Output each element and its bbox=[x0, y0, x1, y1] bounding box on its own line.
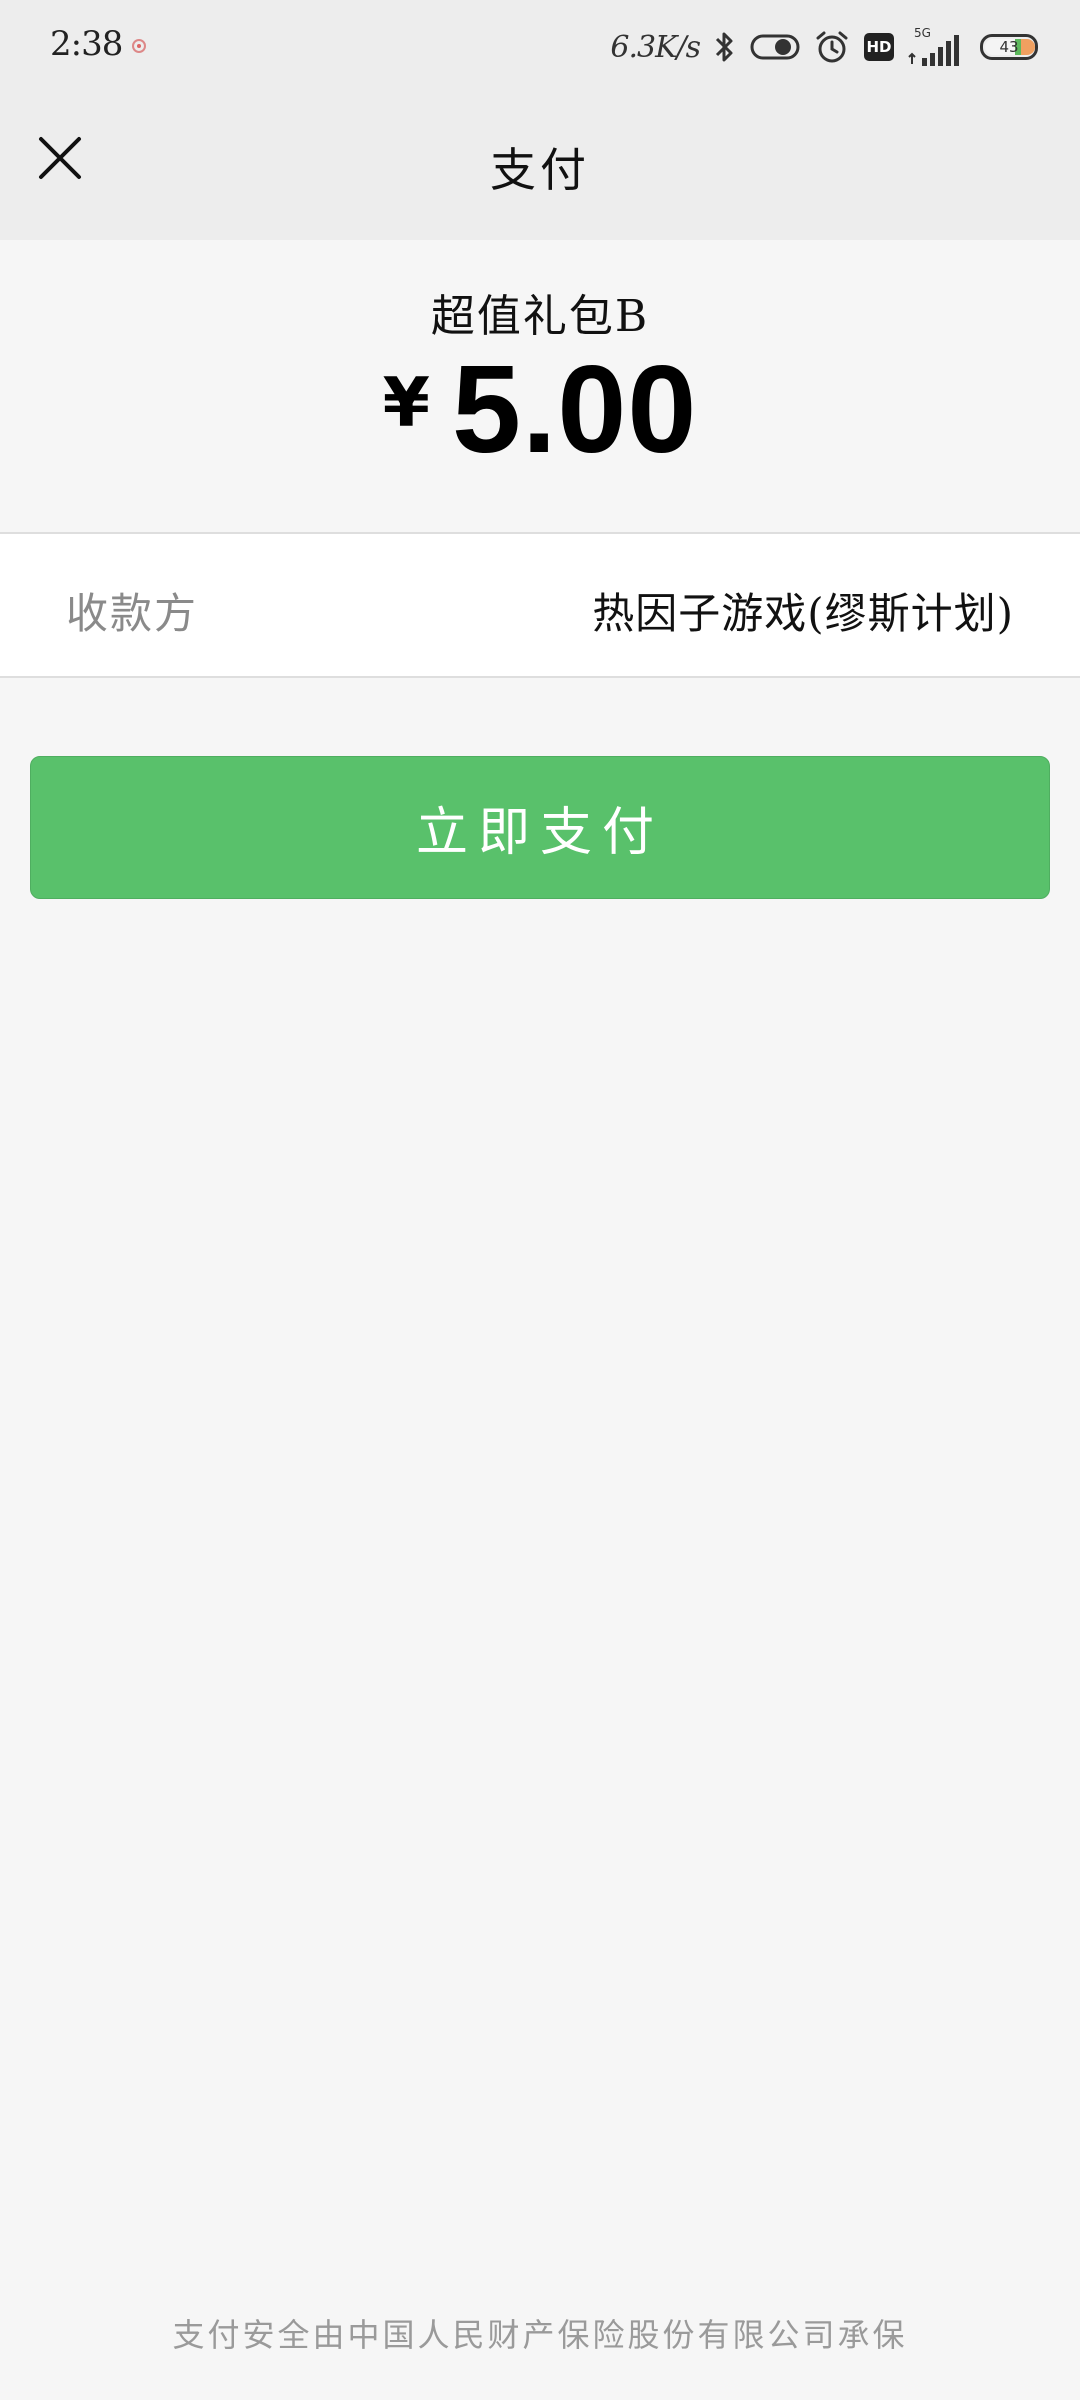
product-name: 超值礼包B bbox=[430, 291, 650, 342]
page-title: 支付 bbox=[490, 143, 590, 197]
amount: 5.00 bbox=[451, 341, 698, 479]
battery-level: 43 bbox=[999, 38, 1019, 56]
insurance-note: 支付安全由中国人民财产保险股份有限公司承保 bbox=[172, 2316, 908, 2354]
pay-now-button[interactable]: 立即支付 bbox=[30, 756, 1050, 899]
network-speed: 6.3K/s bbox=[610, 29, 701, 65]
alarm-icon bbox=[816, 31, 848, 63]
status-time: 2:38 bbox=[50, 24, 123, 64]
bluetooth-icon bbox=[715, 32, 733, 62]
recording-dot-icon bbox=[132, 39, 146, 53]
battery-icon: 43 bbox=[980, 34, 1038, 60]
title-bar: 支付 bbox=[0, 94, 1080, 240]
price: ¥ 5.00 bbox=[0, 348, 1080, 472]
payee-value: 热因子游戏(缪斯计划) bbox=[592, 589, 1014, 638]
payee-label: 收款方 bbox=[66, 589, 199, 638]
status-icons: 6.3K/s HD 5G 43 bbox=[610, 22, 1038, 72]
toggle-icon bbox=[750, 34, 800, 60]
pay-now-label: 立即支付 bbox=[415, 803, 664, 863]
currency-symbol: ¥ bbox=[382, 364, 430, 443]
status-bar: 2:38 6.3K/s HD 5G 43 bbox=[0, 0, 1080, 94]
hd-icon: HD bbox=[864, 33, 894, 61]
signal-icon: 5G bbox=[908, 24, 966, 70]
order-summary: 超值礼包B ¥ 5.00 bbox=[0, 240, 1080, 532]
payee-row: 收款方 热因子游戏(缪斯计划) bbox=[0, 532, 1080, 678]
